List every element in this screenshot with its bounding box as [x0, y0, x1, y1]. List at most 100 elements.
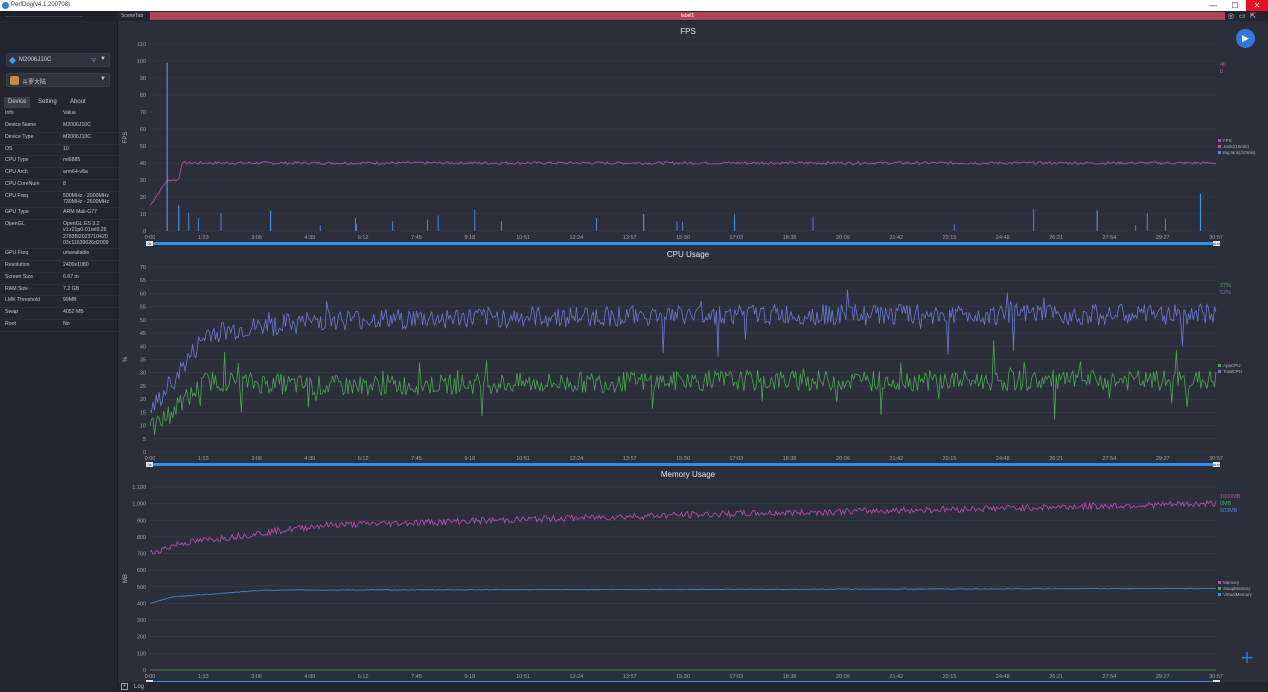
x-tick-label: 29:27: [1156, 235, 1170, 241]
y-tick-label: 35: [140, 358, 146, 364]
x-tick-label: 10:51: [516, 674, 530, 680]
info-value: M2006J10C: [63, 122, 91, 128]
info-key: GPU Freq: [5, 250, 29, 257]
add-chart-button[interactable]: +: [1237, 647, 1257, 669]
x-tick-label: 3:06: [251, 674, 262, 680]
scene-toolbar: SceneTab label1 ◎ ▭ ⇱: [118, 11, 1268, 21]
x-tick-label: 27:54: [1103, 456, 1117, 462]
close-button[interactable]: ✕: [1246, 0, 1268, 11]
y-tick-label: 30: [140, 178, 146, 184]
info-key: Device Name: [5, 122, 37, 128]
x-tick-label: 4:39: [305, 456, 316, 462]
info-value: 7.2 GB: [63, 285, 80, 292]
tab-about[interactable]: About: [66, 97, 90, 108]
folder-icon[interactable]: ▭: [1239, 12, 1246, 20]
log-bar: + Log: [118, 682, 1268, 692]
y-tick-label: 60: [140, 291, 146, 297]
y-tick-label: 600: [137, 568, 146, 574]
label-strip[interactable]: label1: [150, 12, 1225, 20]
x-tick-label: 10:51: [516, 456, 530, 462]
x-tick-label: 17:03: [729, 674, 743, 680]
y-tick-label: 700: [137, 552, 146, 558]
legend-swatch: [1218, 145, 1221, 148]
x-tick-label: 6:12: [358, 456, 369, 462]
device-select[interactable]: M2006J10C ᯤ ▼: [6, 53, 110, 67]
device-name: M2006J10C: [19, 57, 52, 63]
legend-label: VirtualMemory: [1223, 592, 1253, 597]
info-value: 2400x1080: [63, 262, 89, 268]
x-tick-label: 15:30: [676, 674, 690, 680]
x-tick-label: 26:21: [1049, 674, 1063, 680]
x-tick-label: 27:54: [1103, 235, 1117, 241]
x-tick-label: 24:48: [996, 674, 1010, 680]
info-header-key: Info: [5, 110, 14, 116]
info-key: Device Type: [5, 133, 34, 140]
info-value: 4052 MB: [63, 309, 84, 316]
play-button[interactable]: ▶: [1236, 29, 1255, 48]
x-tick-label: 29:27: [1156, 674, 1170, 680]
y-tick-label: 90: [140, 76, 146, 82]
log-tab[interactable]: Log: [134, 684, 144, 690]
title-bar: PerfDog(v4.1.200708) — ☐ ✕: [0, 0, 1268, 11]
minimize-button[interactable]: —: [1202, 0, 1224, 11]
x-tick-label: 12:24: [570, 674, 584, 680]
x-tick-label: 15:30: [676, 235, 690, 241]
row-divider: [0, 167, 118, 169]
maximize-button[interactable]: ☐: [1224, 0, 1246, 11]
range-end-label: 30:57: [1213, 463, 1221, 467]
x-tick-label: 18:36: [783, 456, 797, 462]
legend-swatch: [1218, 151, 1221, 154]
export-icon[interactable]: ⇱: [1250, 12, 1256, 20]
info-value: 8: [63, 181, 66, 187]
series-line: [149, 500, 1217, 555]
x-tick-label: 1:33: [198, 674, 209, 680]
log-toggle-button[interactable]: +: [121, 683, 128, 690]
current-value-label: 503MB: [1220, 508, 1238, 514]
info-value: ARM Mali-G77: [63, 209, 98, 215]
x-tick-label: 20:09: [836, 674, 850, 680]
info-header-value: Value: [63, 110, 76, 116]
tab-setting[interactable]: Setting: [34, 97, 61, 108]
info-value: OpenGL ES 3.2 v1.r21p0-01rel0.26 2783f92…: [63, 220, 109, 247]
y-tick-label: 20: [140, 397, 146, 403]
scene-tab[interactable]: SceneTab: [121, 13, 143, 19]
y-tick-label: 5: [143, 437, 146, 443]
info-key: Resolution: [5, 262, 30, 268]
info-value: 99MB: [63, 297, 77, 304]
tab-device[interactable]: Device: [4, 97, 31, 108]
x-tick-label: 23:15: [943, 235, 957, 241]
info-value: M2006J10C: [63, 133, 91, 140]
y-tick-label: 70: [140, 110, 146, 116]
current-value-label: 0: [1220, 69, 1223, 75]
divider: [5, 16, 83, 17]
play-icon: ▶: [1242, 33, 1249, 43]
y-tick-label: 50: [140, 144, 146, 150]
x-tick-label: 10:51: [516, 235, 530, 241]
info-key: GPU Type: [5, 209, 29, 215]
x-tick-label: 26:21: [1049, 235, 1063, 241]
row-divider: [0, 190, 118, 192]
chevron-down-icon[interactable]: ▼: [100, 76, 106, 82]
x-tick-label: 29:27: [1156, 456, 1170, 462]
info-key: OpenGL: [5, 220, 25, 227]
info-key: OS: [5, 145, 13, 152]
x-tick-label: 30:57: [1209, 235, 1223, 241]
row-divider: [0, 206, 118, 208]
row-divider: [0, 178, 118, 180]
x-tick-label: 26:21: [1049, 456, 1063, 462]
y-tick-label: 70: [140, 265, 146, 271]
legend-label: TotalCPU: [1223, 369, 1242, 374]
location-icon[interactable]: ◎: [1228, 12, 1234, 20]
y-tick-label: 10: [140, 424, 146, 430]
y-tick-label: 45: [140, 331, 146, 337]
legend-label: Jank(/10min): [1223, 144, 1250, 149]
info-key: Swap: [5, 309, 18, 316]
info-key: Screen Size: [5, 273, 33, 280]
legend-swatch: [1218, 587, 1221, 590]
x-tick-label: 1:33: [198, 235, 209, 241]
app-select[interactable]: 斗罗大陆 ▼: [6, 73, 110, 87]
row-divider: [0, 283, 118, 285]
row-divider: [0, 155, 118, 157]
chevron-down-icon[interactable]: ▼: [100, 56, 106, 62]
legend-swatch: [1218, 364, 1221, 367]
